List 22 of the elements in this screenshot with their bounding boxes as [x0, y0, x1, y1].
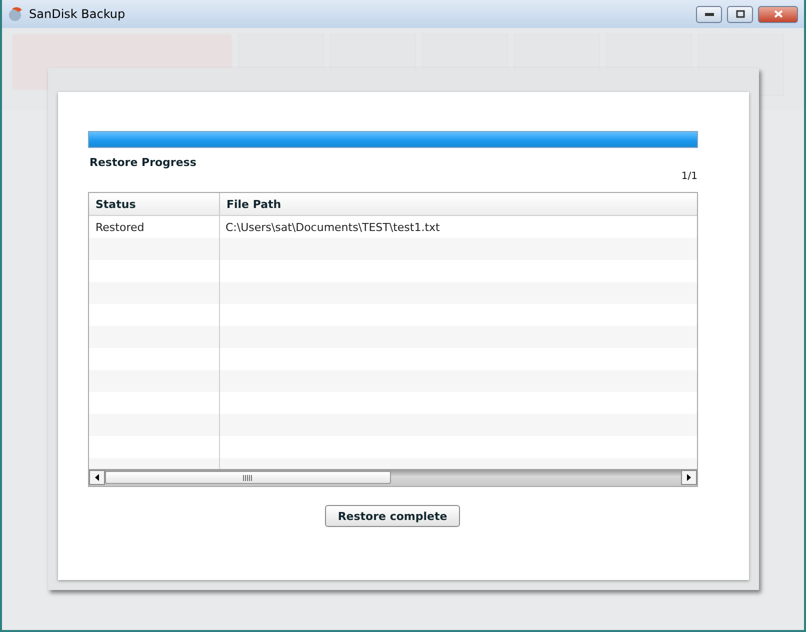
maximize-icon — [736, 10, 744, 18]
minimize-icon — [704, 12, 714, 16]
table-cell-text: C:\Users\sat\Documents\TEST\test1.txt — [224, 220, 441, 236]
dialog-title: Restore Progress — [90, 156, 198, 169]
scroll-left-button[interactable] — [88, 470, 104, 485]
scroll-thumb[interactable] — [104, 471, 390, 484]
page-counter: 1/1 — [681, 171, 698, 182]
maximize-button[interactable] — [727, 6, 753, 22]
close-button[interactable] — [758, 6, 798, 22]
close-icon — [774, 10, 782, 18]
column-header[interactable]: File Path — [218, 193, 696, 215]
column-header[interactable]: Status — [88, 193, 218, 215]
left-arrow-icon — [94, 474, 98, 481]
horizontal-scrollbar[interactable] — [88, 469, 696, 486]
grip-icon — [243, 474, 252, 480]
restore-complete-button[interactable]: Restore complete — [324, 505, 460, 527]
app-logo-icon — [8, 6, 24, 22]
table-cell-text: Restored — [94, 220, 146, 236]
scroll-right-button[interactable] — [680, 470, 696, 485]
right-arrow-icon — [686, 474, 690, 481]
window-title: SanDisk Backup — [29, 7, 126, 21]
minimize-button[interactable] — [696, 6, 722, 22]
